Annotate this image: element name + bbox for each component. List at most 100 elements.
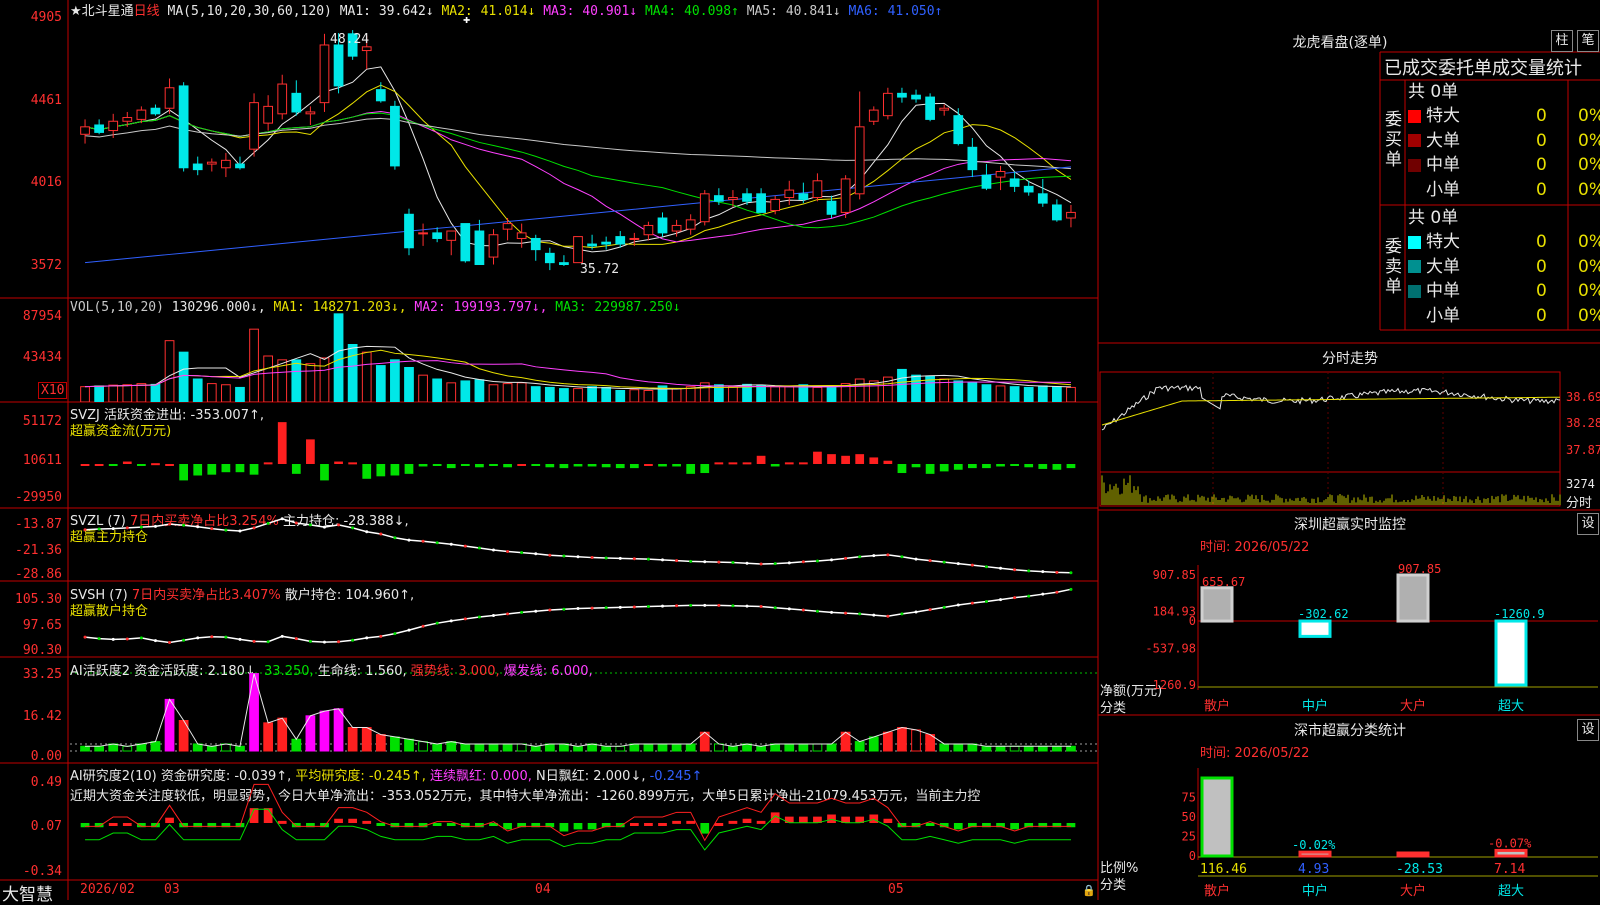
- candle-body: [699, 193, 710, 223]
- lock-icon[interactable]: 🔒: [1082, 884, 1096, 897]
- sz-class-bar-大户: [1396, 851, 1430, 858]
- svsh-line-dot: [224, 635, 228, 639]
- fund-flow-chart[interactable]: [70, 402, 1098, 508]
- sell-row-1: 大单 0 0%: [1408, 255, 1600, 279]
- svzl-line-dot: [886, 553, 890, 557]
- svsh-line-dot: [294, 637, 298, 641]
- volume-bar: [573, 388, 583, 402]
- svsh-line-dot: [914, 610, 918, 614]
- volume-chart[interactable]: [70, 298, 1098, 402]
- sz-class-chart[interactable]: 75 50 25 0 116.46 散户 -0.02% 4.93 中户 -28.53 大户 -0.07…: [1098, 760, 1600, 900]
- svzl-line-dot: [632, 557, 636, 561]
- sz-monitor-settings-button[interactable]: 设: [1577, 513, 1599, 535]
- svsh-line-dot: [322, 640, 326, 644]
- sz-class-settings-button[interactable]: 设: [1577, 719, 1599, 741]
- ai-active-line: [85, 673, 1071, 747]
- candlestick-chart[interactable]: [70, 0, 1098, 298]
- fund-flow-bar: [291, 464, 301, 474]
- sz-monitor-chart[interactable]: 907.85184.930-537.98-1260.9655.67散户-302.…: [1098, 555, 1600, 715]
- ai-active-chart[interactable]: [70, 657, 1098, 763]
- ai-active-bar: [587, 743, 597, 752]
- fund-flow-bar: [80, 464, 90, 466]
- svsh-line-dot: [970, 601, 974, 605]
- sz-class-y-label-0: 75: [1182, 791, 1196, 805]
- svsh-line-dot: [632, 605, 636, 609]
- volume-bar: [164, 340, 175, 402]
- retail-holding-chart[interactable]: [70, 581, 1098, 657]
- candle-body: [164, 87, 175, 109]
- svzl-line-dot: [942, 560, 946, 564]
- svzl-line-dot: [111, 527, 115, 531]
- sell-swatch-3: [1408, 309, 1421, 322]
- svsh-line-dot: [534, 609, 538, 613]
- candle-body: [939, 107, 950, 111]
- sz-class-cat-label-2: 大户: [1400, 883, 1426, 899]
- tick-view-button[interactable]: 笔: [1577, 30, 1599, 52]
- x-label-feb: 2026/02: [80, 882, 135, 897]
- bar-view-button[interactable]: 柱: [1551, 30, 1573, 52]
- sz-monitor-y-label-3: -537.98: [1145, 641, 1196, 655]
- sz-class-value-label-0: 116.46: [1200, 862, 1247, 877]
- svsh-line-dot: [618, 605, 622, 609]
- volume-bar: [206, 383, 217, 402]
- fund-flow-bar: [587, 464, 597, 467]
- buy-pct-1: 0%: [1578, 130, 1600, 151]
- volume-bar: [249, 328, 259, 402]
- sz-class-value-label-3: 7.14: [1494, 862, 1525, 877]
- svzl-line-dot: [182, 523, 186, 527]
- sell-pct-0: 0%: [1578, 232, 1600, 252]
- svsh-y-label-1: 105.30: [15, 592, 62, 607]
- candle-body: [544, 252, 555, 264]
- ai-research-bar: [1010, 823, 1019, 830]
- volume-bar: [756, 385, 766, 402]
- x-label-mar: 03: [164, 882, 180, 897]
- svzl-line-dot: [477, 546, 481, 550]
- candle-body: [559, 262, 569, 266]
- svsh-line-dot: [956, 603, 960, 607]
- buy-pct-0: 0%: [1578, 106, 1600, 126]
- sz-class-axis-label: 分类: [1100, 878, 1127, 893]
- buy-count-1: 0: [1536, 130, 1547, 151]
- ai-research-bar: [122, 823, 132, 826]
- sz-class-value-label-1: 4.93: [1298, 862, 1329, 877]
- ai-active-bar: [671, 743, 682, 752]
- candle-body: [1052, 204, 1062, 221]
- svzl-line-dot: [139, 525, 143, 529]
- candle-body: [713, 195, 724, 202]
- intraday-chart[interactable]: [1098, 370, 1564, 508]
- ai-research-bar: [348, 818, 358, 823]
- svzl-line-dot: [435, 541, 439, 545]
- fund-flow-bar: [1066, 464, 1076, 469]
- svsh-line-dot: [661, 604, 665, 608]
- candle-body: [94, 124, 104, 133]
- ai-research-bar: [362, 820, 372, 824]
- main-holding-chart[interactable]: [70, 508, 1098, 581]
- volume-bar: [812, 386, 823, 402]
- svsh-line-dot: [168, 641, 172, 645]
- fund-flow-bar: [235, 464, 245, 473]
- fund-flow-bar: [911, 464, 921, 468]
- sz-class-cat-label-1: 中户: [1302, 883, 1328, 899]
- ai-research-line-green: [85, 808, 1071, 851]
- fund-flow-bar: [517, 464, 527, 466]
- ai-active-bar: [235, 745, 245, 752]
- ai-active-bar: [713, 743, 724, 752]
- fund-flow-bar: [108, 464, 118, 466]
- sz-class-bar-中户: [1298, 850, 1332, 858]
- candle-body: [122, 117, 133, 122]
- ai-research-bar: [376, 823, 386, 826]
- svzl-line-dot: [604, 556, 608, 560]
- svzl-line-dot: [815, 559, 819, 563]
- ai-active-bar: [488, 743, 499, 752]
- fund-flow-bar: [644, 464, 653, 466]
- sell-pct-1: 0%: [1578, 256, 1600, 277]
- svsh-line-dot: [308, 639, 312, 643]
- ai-research-bar: [756, 820, 766, 824]
- ai-active-bar: [770, 743, 781, 752]
- ai-research-chart[interactable]: [70, 763, 1098, 880]
- candle-body: [150, 107, 161, 115]
- sz-class-cat-label-3: 超大: [1498, 884, 1524, 899]
- ai-research-y-label-1: 0.49: [30, 775, 62, 790]
- ai-research-y-label-3: -0.34: [22, 864, 62, 879]
- svsh-line-dot: [449, 619, 453, 623]
